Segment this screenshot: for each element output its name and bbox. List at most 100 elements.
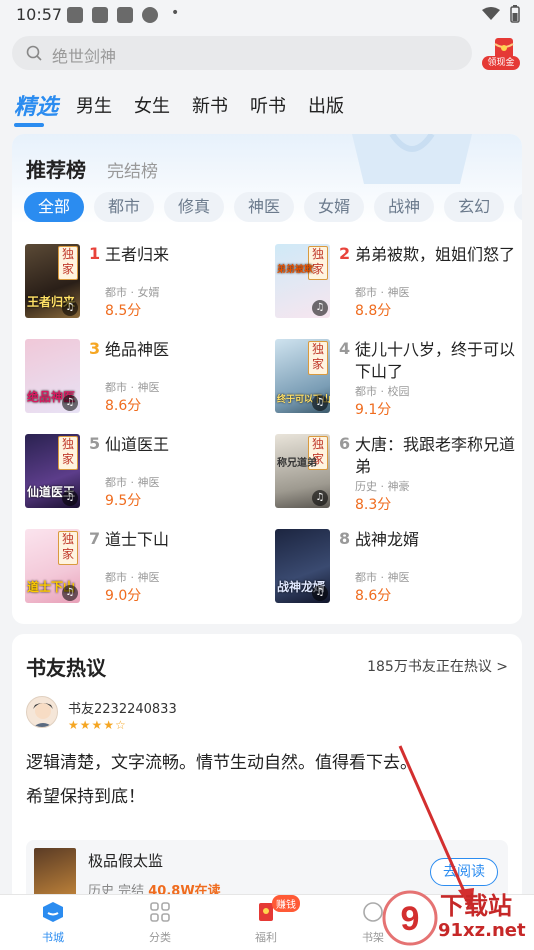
book-cover: 绝品神医 ♫ [25,339,80,413]
nav-category[interactable]: 分类 [120,901,200,945]
book-title: 仙道医王 [105,435,170,454]
watermark-title: 下载站 [440,892,512,920]
book-tags: 都市 · 神医 [355,571,410,584]
chip-fantasy[interactable]: 玄幻 [444,192,505,222]
book-title: 道士下山 [105,530,170,549]
exclusive-badge: 独家 [58,246,78,280]
headphone-icon: ♫ [62,395,78,411]
book-cover: 战神龙婿 ♫ [275,529,330,603]
tab-published[interactable]: 出版 [308,92,344,118]
book-item[interactable]: 独家 道士下山 ♫ 7 道士下山 都市 · 神医 9.0分 [25,529,265,609]
read-button[interactable]: 去阅读 [430,858,498,886]
book-item[interactable]: 战神龙婿 ♫ 8 战神龙婿 都市 · 神医 8.6分 [275,529,515,609]
reward-button[interactable]: 领现金 [482,36,522,72]
discussion-more-link[interactable]: 185万书友正在热议 > [367,656,508,676]
chip-son-in-law[interactable]: 女婿 [304,192,365,222]
genre-chips: 全部 都市 修真 神医 女婿 战神 玄幻 重 [24,192,522,222]
book-score: 9.1分 [355,402,392,418]
book-score: 8.6分 [105,398,142,414]
book-tags: 历史 · 神豪 [355,480,410,493]
ranking-title[interactable]: 推荐榜 [26,154,86,183]
watermark-logo-icon: 9 [382,890,438,946]
rating-stars: ★★★★☆ [68,718,127,732]
book-title: 战神龙婿 [355,530,420,549]
nav-welfare[interactable]: 赚钱 福利 [226,895,306,945]
notification-icon [67,7,83,23]
decor-bag-icon [352,134,472,184]
ranking-card: 推荐榜 完结榜 全部 都市 修真 神医 女婿 战神 玄幻 重 独家 王者归来 ♫… [12,134,522,624]
headphone-icon: ♫ [312,300,328,316]
notification-icon [142,7,158,23]
chip-war-god[interactable]: 战神 [374,192,435,222]
book-score: 8.6分 [355,588,392,604]
book-title: 徒儿十八岁，终于可以下山了 [355,340,516,381]
book-cover: 独家 弟弟被欺 ♫ [275,244,330,318]
headphone-icon: ♫ [312,490,328,506]
category-tabs: 精选 男生 女生 新书 听书 出版 [14,89,366,127]
status-dot: • [171,5,180,21]
book-cover: 独家 仙道医王 ♫ [25,434,80,508]
rank-number: 5 [89,434,101,453]
search-bar[interactable]: 绝世剑神 [12,36,472,70]
book-title: 弟弟被欺，姐姐们怒了 [355,245,516,264]
nav-label: 福利 [255,931,277,944]
book-item[interactable]: 独家 终于可以下山 ♫ 4 徒儿十八岁，终于可以下山了 都市 · 校园 9.1分 [275,339,515,419]
nav-bookstore[interactable]: 书城 [13,901,93,945]
rank-number: 7 [89,529,101,548]
book-score: 8.3分 [355,497,392,513]
chip-rebirth[interactable]: 重 [514,192,522,222]
grid-icon [150,902,170,922]
ranking-subtitle[interactable]: 完结榜 [107,157,158,182]
book-score: 8.5分 [105,303,142,319]
nav-label: 书城 [42,931,64,944]
wifi-icon [482,7,500,20]
chip-urban[interactable]: 都市 [94,192,155,222]
tab-male[interactable]: 男生 [76,92,112,118]
chip-all[interactable]: 全部 [24,192,85,222]
svg-text:9: 9 [401,900,420,938]
book-cover: 独家 终于可以下山 ♫ [275,339,330,413]
rank-number: 4 [339,339,351,358]
exclusive-badge: 独家 [308,341,328,375]
book-title: 大唐：我跟老李称兄道弟 [355,435,516,476]
book-score: 9.5分 [105,493,142,509]
book-tags: 都市 · 校园 [355,385,410,398]
search-icon [26,45,42,61]
chip-doctor[interactable]: 神医 [234,192,295,222]
book-item[interactable]: 绝品神医 ♫ 3 绝品神医 都市 · 神医 8.6分 [25,339,265,419]
book-tags: 都市 · 神医 [355,286,410,299]
tab-female[interactable]: 女生 [134,92,170,118]
avatar[interactable] [26,696,58,728]
headphone-icon: ♫ [312,585,328,601]
book-cover: 独家 道士下山 ♫ [25,529,80,603]
comment-text: 逻辑清楚，文字流畅。情节生动自然。值得看下去。 希望保持到底！ [26,753,417,807]
headphone-icon: ♫ [312,395,328,411]
book-item[interactable]: 独家 弟弟被欺 ♫ 2 弟弟被欺，姐姐们怒了 都市 · 神医 8.8分 [275,244,515,324]
book-item[interactable]: 独家 称兄道弟 ♫ 6 大唐：我跟老李称兄道弟 历史 · 神豪 8.3分 [275,434,515,514]
watermark: 9 下载站 91xz.net [380,884,534,950]
username: 书友2232240833 [68,702,177,717]
book-item[interactable]: 独家 王者归来 ♫ 1 王者归来 都市 · 女婿 8.5分 [25,244,265,324]
tab-audiobooks[interactable]: 听书 [250,92,286,118]
cover-title: 称兄道弟 [277,458,317,469]
reward-label: 领现金 [482,56,520,70]
book-title: 王者归来 [105,245,170,264]
tab-selected[interactable]: 精选 [14,89,58,127]
book-tags: 都市 · 神医 [105,381,160,394]
book-item[interactable]: 独家 仙道医王 ♫ 5 仙道医王 都市 · 神医 9.5分 [25,434,265,514]
book-title: 绝品神医 [105,340,170,359]
notification-icon [117,7,133,23]
rank-number: 3 [89,339,101,358]
watermark-url: 91xz.net [438,920,526,941]
headphone-icon: ♫ [62,300,78,316]
book-tags: 都市 · 神医 [105,571,160,584]
notification-icon [92,7,108,23]
search-input[interactable]: 绝世剑神 [52,43,116,67]
tab-new-books[interactable]: 新书 [192,92,228,118]
book-cover: 独家 称兄道弟 ♫ [275,434,330,508]
headphone-icon: ♫ [62,585,78,601]
discussion-card: 书友热议 185万书友正在热议 > 书友2232240833 ★★★★☆ 逻辑清… [12,634,522,904]
status-bar: 10:57 • [0,0,534,30]
chip-cultivation[interactable]: 修真 [164,192,225,222]
book-cover: 独家 王者归来 ♫ [25,244,80,318]
